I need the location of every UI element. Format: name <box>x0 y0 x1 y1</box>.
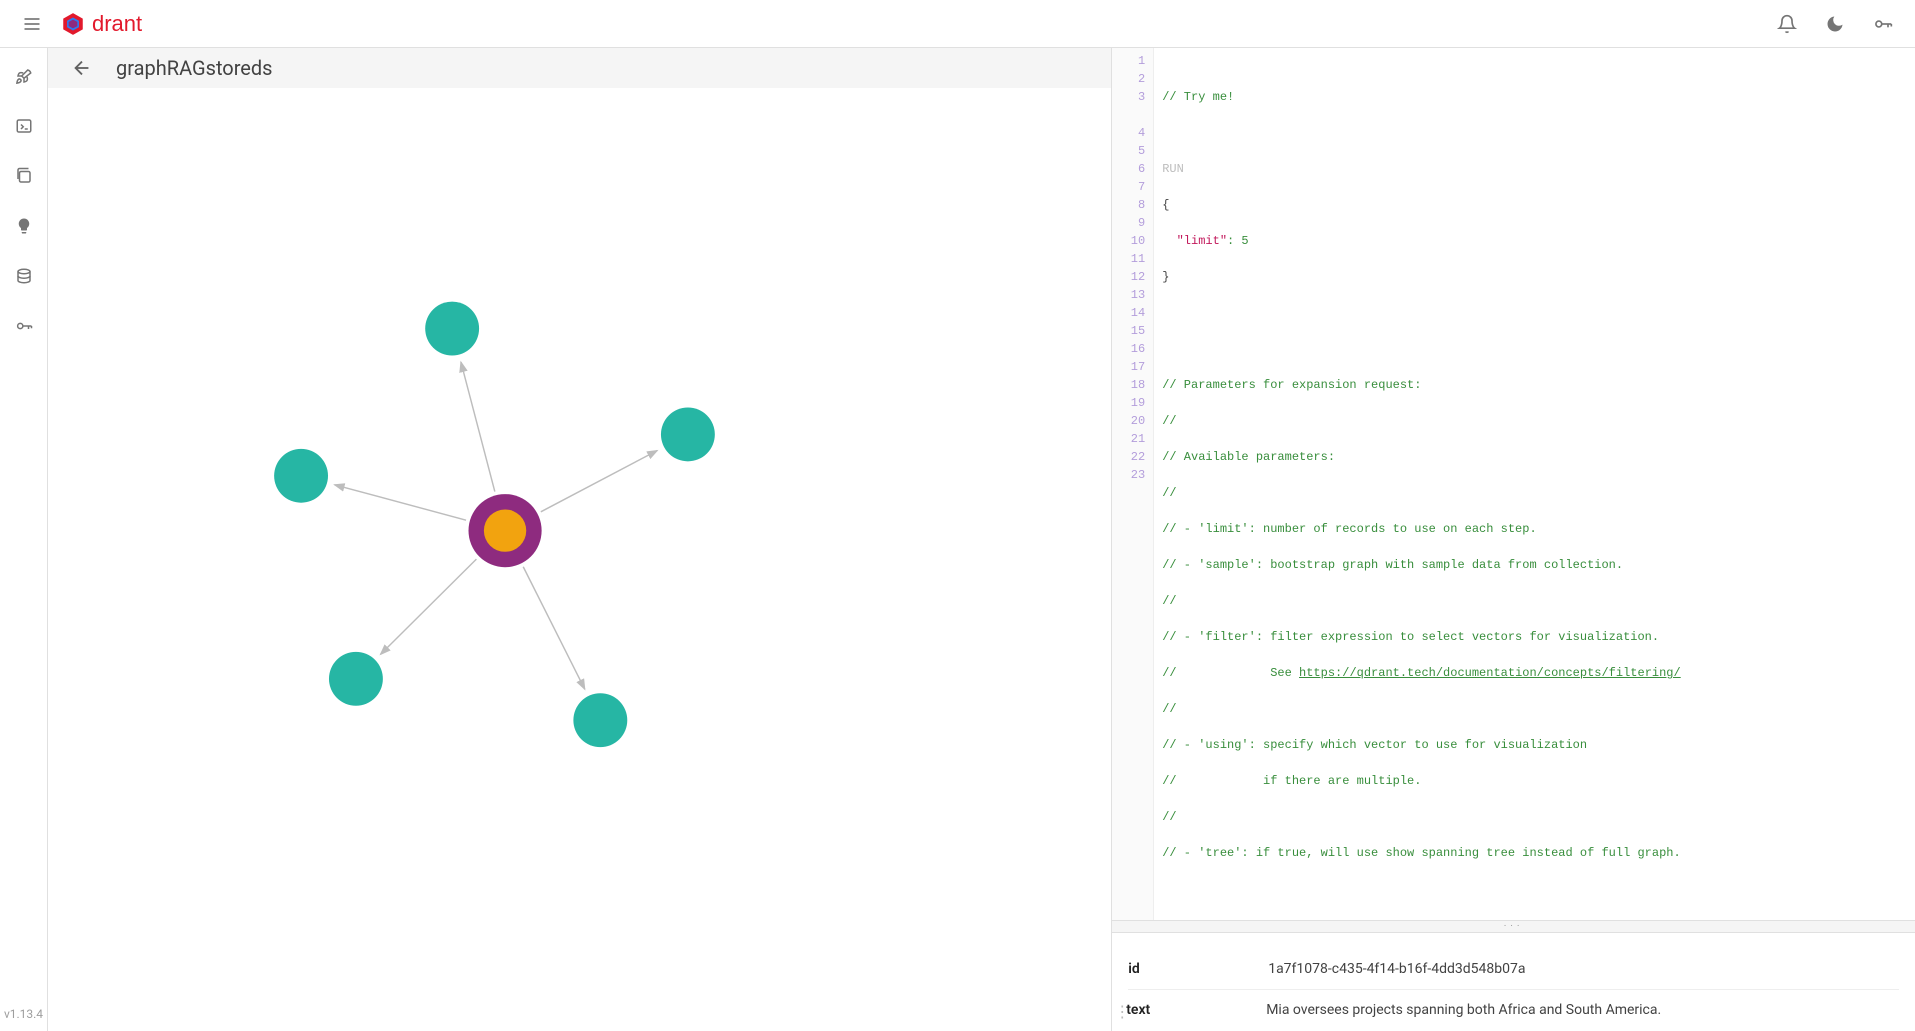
details-key: id <box>1128 961 1268 977</box>
code-line[interactable]: // See https://qdrant.tech/documentation… <box>1162 664 1907 682</box>
code-line[interactable]: "limit": 5 <box>1162 232 1907 250</box>
version-label: v1.13.4 <box>4 1007 43 1031</box>
code-line[interactable]: // <box>1162 592 1907 610</box>
right-panel: 1234567891011121314151617181920212223 //… <box>1112 48 1915 1031</box>
back-button[interactable] <box>64 50 100 86</box>
graph-node[interactable] <box>661 407 715 461</box>
details-value: Mia oversees projects spanning both Afri… <box>1266 1002 1899 1021</box>
api-key-icon[interactable] <box>1863 4 1903 44</box>
code-line[interactable]: // <box>1162 808 1907 826</box>
collection-title: graphRAGstoreds <box>116 56 273 80</box>
sidebar-item-quickstart[interactable] <box>4 56 44 96</box>
graph-edge <box>380 559 476 654</box>
graph-node-center-inner <box>484 509 526 551</box>
code-editor[interactable]: 1234567891011121314151617181920212223 //… <box>1112 48 1915 921</box>
details-value: 1a7f1078-c435-4f14-b16f-4dd3d548b07a <box>1268 961 1899 977</box>
code-line[interactable]: // - 'limit': number of records to use o… <box>1162 520 1907 538</box>
graph-edge <box>541 451 657 512</box>
brand-name: drant <box>92 11 142 37</box>
graph-node[interactable] <box>329 652 383 706</box>
editor-code[interactable]: // Try me! RUN { "limit": 5 } // Paramet… <box>1154 48 1915 920</box>
hamburger-icon[interactable] <box>12 4 52 44</box>
code-line[interactable] <box>1162 124 1907 142</box>
notifications-icon[interactable] <box>1767 4 1807 44</box>
drag-handle-icon[interactable]: ⋮ <box>1118 1002 1126 1021</box>
code-line[interactable] <box>1162 52 1907 70</box>
panel-resize-handle[interactable]: ··· <box>1112 921 1915 933</box>
code-line[interactable] <box>1162 340 1907 358</box>
sidebar-item-tutorials[interactable] <box>4 206 44 246</box>
code-line[interactable]: // <box>1162 700 1907 718</box>
code-line[interactable]: { <box>1162 196 1907 214</box>
code-line[interactable] <box>1162 304 1907 322</box>
code-line[interactable] <box>1162 880 1907 898</box>
sidebar-item-datasets[interactable] <box>4 256 44 296</box>
top-bar: drant <box>0 0 1915 48</box>
side-nav: v1.13.4 <box>0 48 48 1031</box>
graph-canvas[interactable] <box>48 88 1111 1031</box>
code-line[interactable]: RUN <box>1162 160 1907 178</box>
graph-edge <box>523 567 585 689</box>
code-line[interactable]: // Try me! <box>1162 88 1907 106</box>
code-line[interactable]: // - 'sample': bootstrap graph with samp… <box>1162 556 1907 574</box>
code-line[interactable]: // Parameters for expansion request: <box>1162 376 1907 394</box>
sidebar-item-collections[interactable] <box>4 156 44 196</box>
sidebar-item-console[interactable] <box>4 106 44 146</box>
brand-logo[interactable]: drant <box>60 11 142 37</box>
code-line[interactable]: // if there are multiple. <box>1162 772 1907 790</box>
graph-edge <box>461 362 495 491</box>
code-line[interactable]: } <box>1162 268 1907 286</box>
code-line[interactable]: // - 'tree': if true, will use show span… <box>1162 844 1907 862</box>
graph-panel: graphRAGstoreds <box>48 48 1112 1031</box>
details-row: id1a7f1078-c435-4f14-b16f-4dd3d548b07a <box>1128 949 1899 990</box>
main: graphRAGstoreds 123456789101112131415161… <box>48 48 1915 1031</box>
dark-mode-icon[interactable] <box>1815 4 1855 44</box>
graph-node[interactable] <box>573 693 627 747</box>
graph-node[interactable] <box>274 449 328 503</box>
editor-gutter: 1234567891011121314151617181920212223 <box>1112 48 1154 920</box>
details-row: ⋮textMia oversees projects spanning both… <box>1128 990 1899 1031</box>
details-key: text <box>1126 1002 1266 1021</box>
sidebar-item-key[interactable] <box>4 306 44 346</box>
code-line[interactable]: // - 'using': specify which vector to us… <box>1162 736 1907 754</box>
graph-edge <box>335 485 467 520</box>
code-line[interactable]: // <box>1162 412 1907 430</box>
graph-header: graphRAGstoreds <box>48 48 1111 88</box>
code-line[interactable]: // <box>1162 484 1907 502</box>
code-line[interactable]: // - 'filter': filter expression to sele… <box>1162 628 1907 646</box>
graph-node[interactable] <box>425 302 479 356</box>
code-line[interactable]: // Available parameters: <box>1162 448 1907 466</box>
details-panel: id1a7f1078-c435-4f14-b16f-4dd3d548b07a⋮t… <box>1112 933 1915 1031</box>
